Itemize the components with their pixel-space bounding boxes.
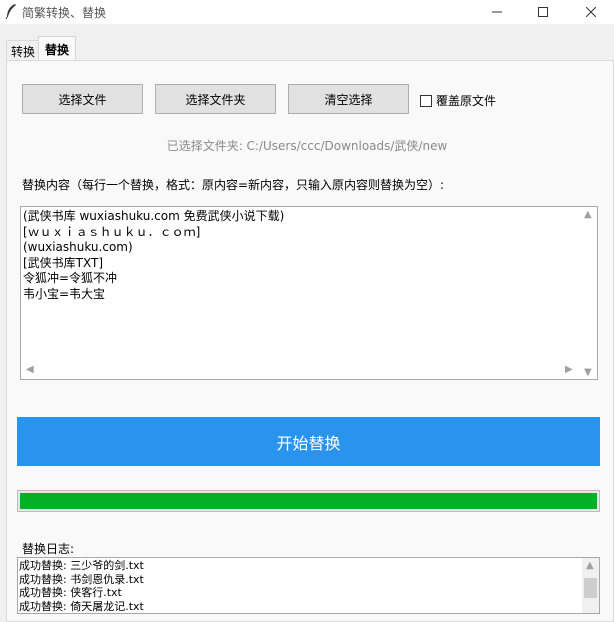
log-label: 替换日志: xyxy=(22,542,75,556)
minimize-button[interactable] xyxy=(474,0,520,24)
close-icon xyxy=(586,7,596,17)
feather-icon xyxy=(4,3,18,20)
progress-bar xyxy=(17,490,600,512)
log-lines: 成功替换: 三少爷的剑.txt 成功替换: 书剑恩仇录.txt 成功替换: 侠客行.… xyxy=(19,559,144,613)
start-replace-button[interactable]: 开始替换 xyxy=(17,417,600,466)
log-line: 成功替换: 侠客行.txt xyxy=(19,586,122,599)
overwrite-checkbox[interactable] xyxy=(420,94,432,107)
selected-folder-text: 已选择文件夹: C:/Users/ccc/Downloads/武侠/new xyxy=(166,139,448,153)
replace-line: [武侠书库TXT] xyxy=(23,255,104,270)
log-scroll-up-icon[interactable]: ▲ xyxy=(586,560,594,571)
replace-content-lines: (武侠书库 wuxiashuku.com 免费武侠小说下载) [ｗｕｘｉａｓｈｕｋ… xyxy=(23,209,284,302)
overwrite-option[interactable]: 覆盖原文件 xyxy=(420,92,496,109)
log-scroll-thumb[interactable] xyxy=(584,578,597,598)
title-bar: 简繁转换、替换 xyxy=(0,0,614,24)
vertical-scrollbar[interactable]: ▲ xyxy=(580,207,597,363)
scroll-left-icon[interactable]: ◀ xyxy=(26,364,34,375)
replace-line: [ｗｕｘｉａｓｈｕｋｕ．ｃｏｍ] xyxy=(23,224,201,239)
tab-convert[interactable]: 转换 xyxy=(6,40,40,61)
replace-line: (wuxiashuku.com) xyxy=(23,240,133,254)
tab-strip: 转换 替换 xyxy=(0,34,614,62)
log-line: 成功替换: 书剑恩仇录.txt xyxy=(19,572,144,586)
scroll-down-icon[interactable]: ▼ xyxy=(584,367,592,378)
select-file-button[interactable]: 选择文件 xyxy=(22,84,143,114)
minimize-icon xyxy=(492,7,502,17)
replace-content-textarea[interactable]: (武侠书库 wuxiashuku.com 免费武侠小说下载) [ｗｕｘｉａｓｈｕｋ… xyxy=(20,206,598,380)
window-title: 简繁转换、替换 xyxy=(22,6,107,20)
tab-replace[interactable]: 替换 xyxy=(38,36,76,62)
maximize-icon xyxy=(538,7,548,17)
log-scrollbar[interactable]: ▲ xyxy=(582,558,599,613)
close-button[interactable] xyxy=(568,0,614,24)
replace-line: 令狐冲=令狐不冲 xyxy=(23,271,118,285)
log-line: 成功替换: 三少爷的剑.txt xyxy=(19,559,144,572)
overwrite-label: 覆盖原文件 xyxy=(436,94,497,108)
log-box[interactable]: 成功替换: 三少爷的剑.txt 成功替换: 书剑恩仇录.txt 成功替换: 侠客行.… xyxy=(17,557,600,614)
replace-content-label: 替换内容（每行一个替换，格式：原内容=新内容，只输入原内容则替换为空）: xyxy=(22,178,445,192)
horizontal-scrollbar[interactable]: ◀ ▶ xyxy=(21,362,581,379)
clear-selection-button[interactable]: 清空选择 xyxy=(288,84,409,114)
replace-line: (武侠书库 wuxiashuku.com 免费武侠小说下载) xyxy=(23,209,285,223)
replace-line: 韦小宝=韦大宝 xyxy=(23,286,106,301)
progress-fill xyxy=(20,493,597,509)
scroll-up-icon[interactable]: ▲ xyxy=(584,209,592,220)
scroll-right-icon[interactable]: ▶ xyxy=(565,364,573,375)
select-folder-button[interactable]: 选择文件夹 xyxy=(155,84,276,114)
log-line: 成功替换: 倚天屠龙记.txt xyxy=(19,599,144,613)
maximize-button[interactable] xyxy=(520,0,566,24)
